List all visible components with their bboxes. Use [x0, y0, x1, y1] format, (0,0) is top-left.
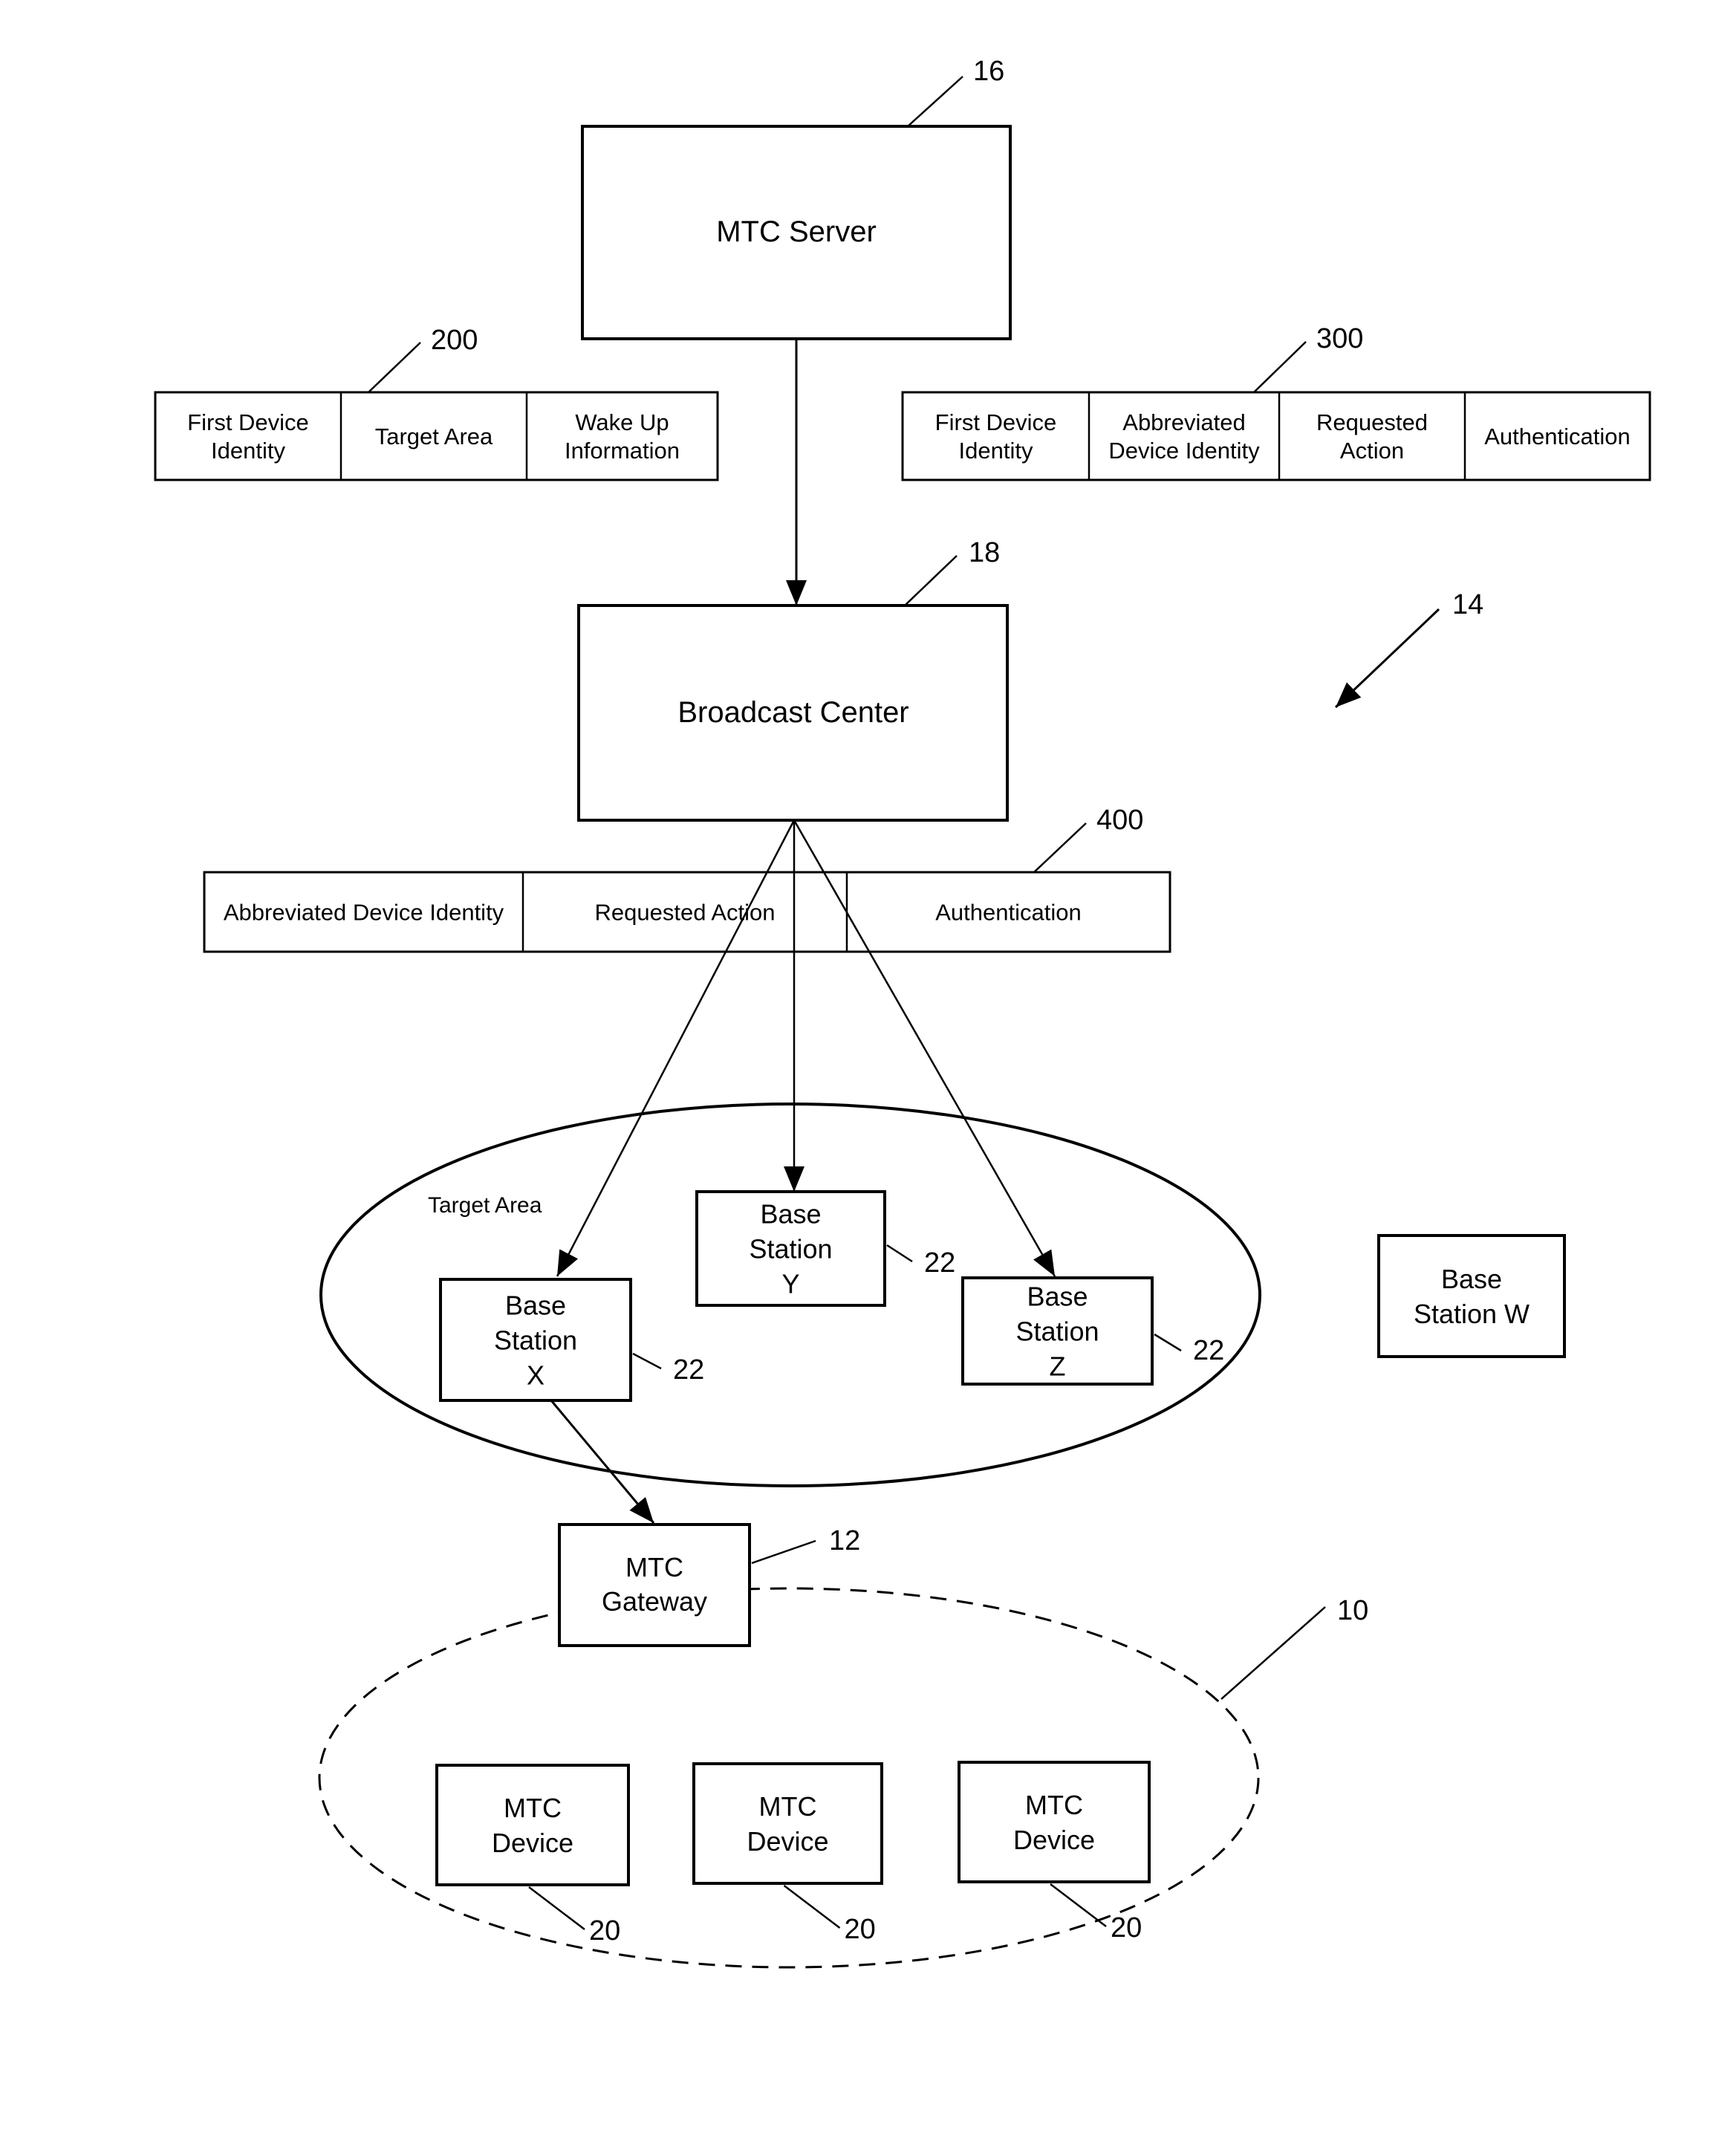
base-station-label: Base — [760, 1199, 821, 1230]
mtc-server-label: MTC Server — [716, 215, 877, 248]
message-field-text: Device Identity — [1108, 438, 1260, 464]
mtc-device-box — [692, 1762, 883, 1885]
ref-18-label: 18 — [969, 537, 1000, 568]
base-station-label: Station — [1015, 1316, 1099, 1347]
mtc-gateway-node: MTC Gateway — [558, 1523, 751, 1647]
base-station-label: Base — [1027, 1282, 1088, 1312]
message-field-text: Authentication — [1484, 423, 1630, 449]
ref-14-arrow — [1334, 608, 1440, 709]
mtc-device-3: MTC Device 20 — [958, 1761, 1151, 1944]
ref-300-leader — [1253, 341, 1307, 393]
mtc-device-2: MTC Device 20 — [692, 1762, 883, 1945]
mtc-device-label: MTC — [504, 1793, 562, 1823]
mtc-broadcast-diagram: MTC Server 16 First Device Identity Target… — [154, 56, 1651, 1969]
mtc-server-node: MTC Server — [581, 125, 1012, 340]
base-station-label: Y — [781, 1269, 799, 1299]
mtc-device-label: Device — [492, 1828, 573, 1858]
mtc-device-label: Device — [747, 1826, 828, 1857]
ref-10-leader — [1220, 1606, 1326, 1700]
ref-20-label: 20 — [1111, 1912, 1142, 1944]
ref-200-label: 200 — [431, 325, 478, 356]
ref-400-label: 400 — [1096, 805, 1143, 836]
ref-10-label: 10 — [1337, 1595, 1368, 1626]
ref-12-label: 12 — [829, 1525, 860, 1556]
base-station-box — [1377, 1234, 1566, 1358]
base-station-label: Base — [505, 1290, 566, 1321]
mtc-device-1: MTC Device 20 — [435, 1764, 630, 1946]
ref-22-leader — [632, 1352, 662, 1370]
target-area-label: Target Area — [428, 1193, 542, 1218]
mtc-gateway-label-line1: MTC — [625, 1552, 683, 1582]
ref-12-leader — [751, 1539, 816, 1565]
ref-16-label: 16 — [973, 56, 1004, 87]
ref-14-label: 14 — [1452, 589, 1483, 620]
ref-16-leader — [907, 76, 963, 127]
message-field-text: First Device — [187, 409, 309, 435]
base-station-label: Station W — [1414, 1299, 1530, 1329]
message-field-text: Requested — [1316, 409, 1428, 435]
ref-20-leader — [528, 1886, 585, 1930]
mtc-device-box — [958, 1761, 1151, 1883]
base-station-label: Z — [1050, 1351, 1066, 1382]
message-200-table: First Device Identity Target Area Wake Up In… — [154, 391, 719, 481]
ref-20-label: 20 — [845, 1914, 876, 1945]
message-400-table: Abbreviated Device Identity Requested Act… — [203, 871, 1171, 953]
message-field-text: Wake Up — [575, 409, 669, 435]
base-station-x: Base Station X 22 — [439, 1278, 704, 1402]
message-field-text: Information — [565, 438, 680, 464]
mtc-devices: MTC Device 20 MTC Device 20 MTC Device 20 — [435, 1761, 1151, 1946]
base-station-y: Base Station Y 22 — [695, 1190, 955, 1307]
base-station-label: Base — [1441, 1264, 1502, 1294]
ref-200-leader — [368, 342, 421, 393]
base-station-label: Station — [494, 1325, 577, 1356]
ref-20-leader — [783, 1885, 841, 1929]
message-field-text: Authentication — [935, 900, 1081, 926]
ref-22-leader — [1154, 1333, 1182, 1352]
ref-20-label: 20 — [589, 1915, 620, 1946]
mtc-device-box — [435, 1764, 630, 1886]
ref-18-leader — [904, 555, 958, 606]
message-field-text: Target Area — [375, 423, 493, 449]
message-field-text: Identity — [959, 438, 1033, 464]
mtc-device-label: Device — [1013, 1825, 1095, 1855]
mtc-gateway-box — [558, 1523, 751, 1647]
base-station-label: Station — [749, 1234, 832, 1264]
base-station-label: X — [527, 1360, 545, 1391]
message-field-text: Abbreviated — [1122, 409, 1245, 435]
base-station-z: Base Station Z 22 — [961, 1276, 1224, 1386]
ref-400-leader — [1033, 822, 1087, 873]
ref-22-label: 22 — [673, 1354, 704, 1386]
message-field-text: Requested Action — [594, 900, 775, 926]
ref-300-label: 300 — [1316, 323, 1363, 354]
ref-22-label: 22 — [924, 1247, 955, 1279]
ref-22-label: 22 — [1193, 1335, 1224, 1366]
message-field-text: First Device — [935, 409, 1057, 435]
ref-22-leader — [886, 1244, 913, 1263]
base-station-w: Base Station W — [1377, 1234, 1566, 1358]
base-stations: Base Station X 22 Base Station Y 22 Base Station Z… — [439, 1190, 1566, 1402]
ref-20-leader — [1050, 1883, 1107, 1927]
message-field-text: Abbreviated Device Identity — [224, 900, 504, 926]
message-300-table: First Device Identity Abbreviated Device Id… — [901, 391, 1651, 481]
broadcast-center-label: Broadcast Center — [677, 696, 908, 729]
mtc-device-label: MTC — [1025, 1790, 1083, 1820]
mtc-device-label: MTC — [759, 1791, 817, 1822]
message-field-text: Action — [1340, 438, 1404, 464]
broadcast-center-node: Broadcast Center — [577, 604, 1009, 822]
message-field-text: Identity — [211, 438, 285, 464]
mtc-gateway-label-line2: Gateway — [602, 1586, 707, 1617]
